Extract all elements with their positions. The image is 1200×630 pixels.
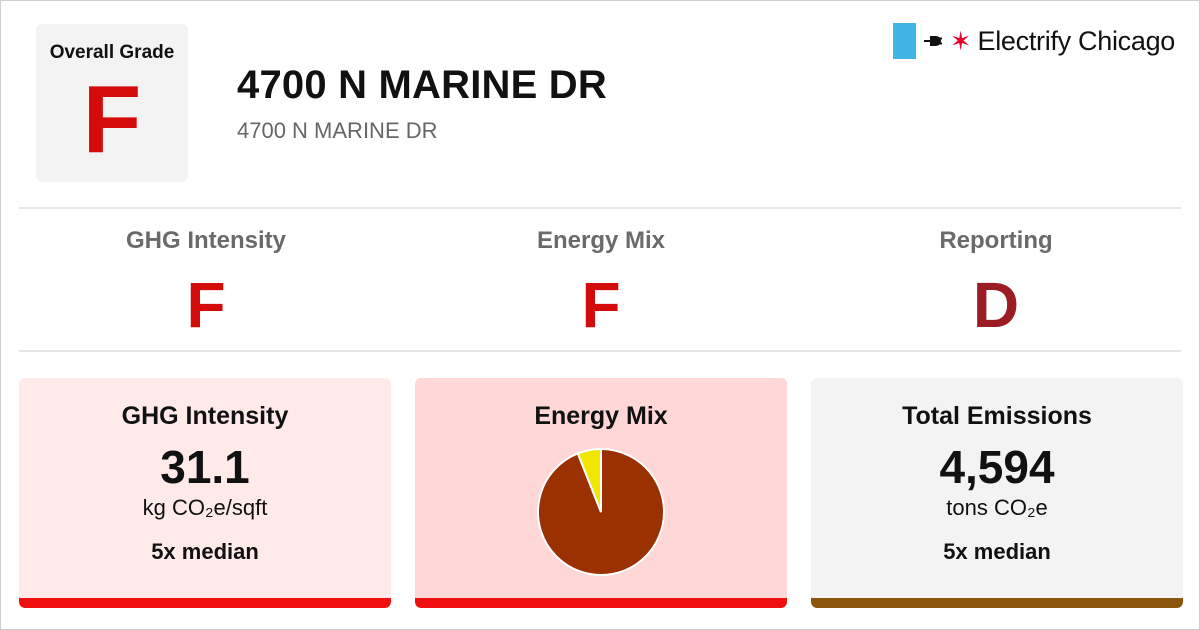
divider <box>19 350 1181 352</box>
overall-grade-label: Overall Grade <box>49 42 175 63</box>
ghg-intensity-card: GHG Intensity 31.1 kg CO₂e/sqft 5x media… <box>19 378 391 608</box>
card-accent-bar <box>415 598 787 608</box>
brand-name: Electrify Chicago <box>977 25 1176 56</box>
subgrade-label: GHG Intensity <box>125 227 287 254</box>
overall-grade-value: F <box>82 66 142 173</box>
card-accent-bar <box>19 598 391 608</box>
energy-mix-pie <box>415 447 787 582</box>
chicago-star-icon: ✶ <box>949 26 972 56</box>
card-accent-bar <box>811 598 1183 608</box>
subgrade-energy-mix: Energy Mix F <box>406 227 796 337</box>
pie-chart <box>537 447 665 576</box>
card-unit: kg CO₂e/sqft <box>142 495 268 521</box>
building-title: 4700 N MARINE DR <box>237 63 607 107</box>
share-card: Overall Grade F 4700 N MARINE DR 4700 N … <box>0 0 1200 630</box>
subgrade-value: F <box>186 269 226 341</box>
card-median: 5x median <box>151 539 259 565</box>
card-title: GHG Intensity <box>121 402 289 430</box>
card-median: 5x median <box>943 539 1051 565</box>
total-emissions-card: Total Emissions 4,594 tons CO₂e 5x media… <box>811 378 1183 608</box>
subgrade-ghg-intensity: GHG Intensity F <box>11 227 401 337</box>
subgrade-value: F <box>581 269 621 341</box>
brand-logo: ✶ Electrify Chicago <box>892 23 1176 59</box>
subgrade-value: D <box>972 269 1020 341</box>
card-value: 4,594 <box>939 441 1055 493</box>
card-title: Total Emissions <box>902 402 1092 430</box>
card-value: 31.1 <box>160 441 250 493</box>
subgrade-label: Reporting <box>939 227 1053 254</box>
divider <box>19 207 1181 209</box>
plug-icon <box>923 33 946 49</box>
energy-mix-card: Energy Mix <box>415 378 787 608</box>
card-unit: tons CO₂e <box>946 495 1048 521</box>
building-address: 4700 N MARINE DR <box>237 118 438 143</box>
subgrade-label: Energy Mix <box>536 227 666 254</box>
overall-grade-box: Overall Grade F <box>36 24 188 182</box>
subgrade-reporting: Reporting D <box>801 227 1191 337</box>
flag-stripe-icon <box>892 23 916 59</box>
card-title: Energy Mix <box>534 402 668 430</box>
